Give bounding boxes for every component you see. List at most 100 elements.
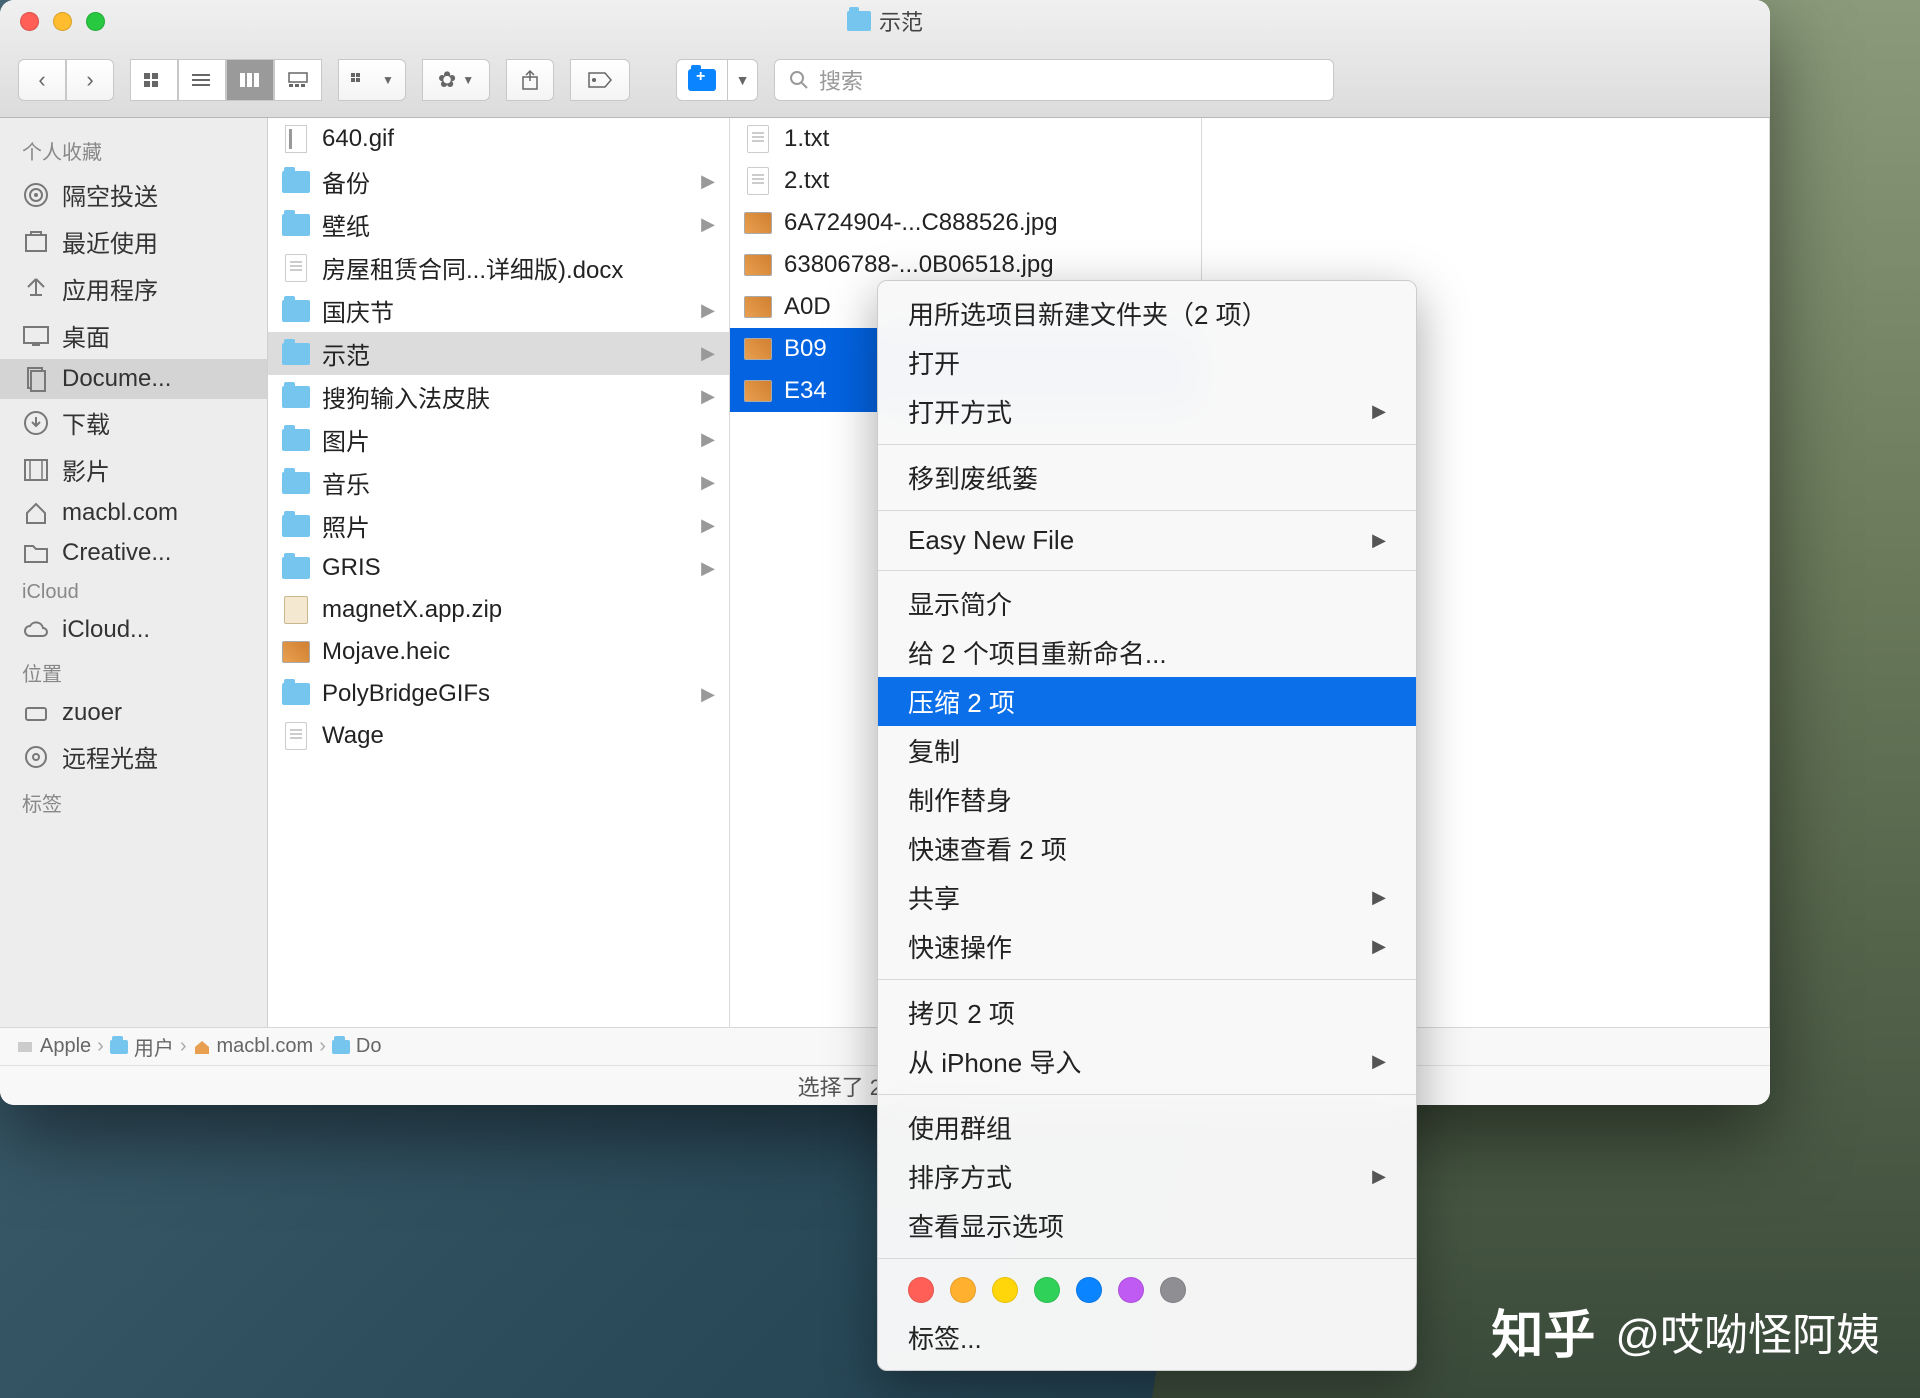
chevron-right-icon: ▶: [701, 171, 715, 192]
file-row[interactable]: 640.gif: [268, 118, 729, 160]
file-row[interactable]: 图片▶: [268, 418, 729, 461]
file-name: 备份: [322, 164, 370, 199]
apps-icon: [22, 275, 50, 303]
file-row[interactable]: 音乐▶: [268, 461, 729, 504]
context-menu-item[interactable]: 移到废纸篓: [878, 453, 1416, 502]
context-menu-item[interactable]: 用所选项目新建文件夹（2 项）: [878, 289, 1416, 338]
context-menu-item[interactable]: 制作替身: [878, 775, 1416, 824]
file-row[interactable]: 示范▶: [268, 332, 729, 375]
chevron-right-icon: ▶: [701, 558, 715, 579]
file-name: 壁纸: [322, 207, 370, 242]
tag-color[interactable]: [908, 1277, 934, 1303]
file-name: 照片: [322, 508, 370, 543]
file-row[interactable]: PolyBridgeGIFs▶: [268, 673, 729, 715]
sidebar-item-label: macbl.com: [62, 499, 178, 527]
file-row[interactable]: Mojave.heic: [268, 631, 729, 673]
chevron-right-icon: ▶: [1372, 887, 1386, 908]
file-row[interactable]: magnetX.app.zip: [268, 589, 729, 631]
sidebar-item[interactable]: 影片: [0, 446, 267, 493]
sidebar: 个人收藏隔空投送最近使用应用程序桌面Docume...下载影片macbl.com…: [0, 118, 268, 1027]
context-menu-item[interactable]: 共享▶: [878, 873, 1416, 922]
action-button[interactable]: ✿ ▼: [422, 59, 490, 101]
context-menu-item[interactable]: 压缩 2 项: [878, 677, 1416, 726]
context-menu-item[interactable]: Easy New File▶: [878, 519, 1416, 562]
file-row[interactable]: GRIS ▶: [268, 547, 729, 589]
file-row[interactable]: 备份 ▶: [268, 160, 729, 203]
view-switcher[interactable]: [130, 59, 322, 101]
disk-icon: [22, 699, 50, 727]
group-button[interactable]: ▼: [338, 59, 406, 101]
tag-color[interactable]: [1076, 1277, 1102, 1303]
sidebar-item[interactable]: 最近使用: [0, 218, 267, 265]
context-menu-item[interactable]: 排序方式▶: [878, 1152, 1416, 1201]
chevron-right-icon: ▶: [701, 429, 715, 450]
sidebar-item[interactable]: Creative...: [0, 533, 267, 573]
context-menu-item[interactable]: 打开: [878, 338, 1416, 387]
tag-color[interactable]: [1160, 1277, 1186, 1303]
column-view-button[interactable]: [226, 59, 274, 101]
context-menu-item[interactable]: 快速查看 2 项: [878, 824, 1416, 873]
tag-button[interactable]: [570, 59, 630, 101]
context-menu-item[interactable]: 标签...: [878, 1313, 1416, 1362]
context-menu-item[interactable]: 复制: [878, 726, 1416, 775]
minimize-button[interactable]: [53, 12, 72, 31]
doc-icon: [282, 722, 310, 750]
sidebar-item[interactable]: 远程光盘: [0, 733, 267, 780]
close-button[interactable]: [20, 12, 39, 31]
context-menu-item[interactable]: 快速操作▶: [878, 922, 1416, 971]
tag-color[interactable]: [992, 1277, 1018, 1303]
file-row[interactable]: 1.txt: [730, 118, 1201, 160]
context-menu-item[interactable]: 使用群组: [878, 1103, 1416, 1152]
sidebar-item-label: 影片: [62, 452, 110, 487]
file-row[interactable]: 搜狗输入法皮肤▶: [268, 375, 729, 418]
share-button[interactable]: [506, 59, 554, 101]
new-folder-button[interactable]: [676, 59, 728, 101]
forward-button[interactable]: ›: [66, 59, 114, 101]
tag-color[interactable]: [950, 1277, 976, 1303]
search-input[interactable]: 搜索: [774, 59, 1334, 101]
breadcrumb-item[interactable]: Do: [332, 1035, 382, 1058]
file-row[interactable]: Wage: [268, 715, 729, 757]
back-button[interactable]: ‹: [18, 59, 66, 101]
context-menu-item[interactable]: 从 iPhone 导入▶: [878, 1037, 1416, 1086]
context-menu-item[interactable]: 查看显示选项: [878, 1201, 1416, 1250]
sidebar-item[interactable]: 下载: [0, 399, 267, 446]
sidebar-item[interactable]: Docume...: [0, 359, 267, 399]
sidebar-item[interactable]: macbl.com: [0, 493, 267, 533]
sidebar-header: iCloud: [0, 573, 267, 610]
file-row[interactable]: 国庆节▶: [268, 289, 729, 332]
file-row[interactable]: 6A724904-...C888526.jpg: [730, 202, 1201, 244]
file-row[interactable]: 壁纸▶: [268, 203, 729, 246]
sidebar-item[interactable]: 隔空投送: [0, 171, 267, 218]
breadcrumb-item[interactable]: Apple: [16, 1035, 91, 1058]
icon-view-button[interactable]: [130, 59, 178, 101]
file-name: E34: [784, 377, 827, 405]
sidebar-item[interactable]: zuoer: [0, 693, 267, 733]
maximize-button[interactable]: [86, 12, 105, 31]
cloud-icon: [22, 616, 50, 644]
context-menu-item[interactable]: 打开方式▶: [878, 387, 1416, 436]
breadcrumb-item[interactable]: macbl.com: [193, 1035, 314, 1058]
file-row[interactable]: 房屋租赁合同...详细版).docx: [268, 246, 729, 289]
context-menu-item[interactable]: 给 2 个项目重新命名...: [878, 628, 1416, 677]
tag-color[interactable]: [1034, 1277, 1060, 1303]
file-row[interactable]: 2.txt: [730, 160, 1201, 202]
file-name: GRIS: [322, 554, 381, 582]
file-row[interactable]: 照片▶: [268, 504, 729, 547]
sidebar-item[interactable]: 应用程序: [0, 265, 267, 312]
tag-color[interactable]: [1118, 1277, 1144, 1303]
breadcrumb-item[interactable]: 用户: [110, 1032, 174, 1061]
list-view-button[interactable]: [178, 59, 226, 101]
img-icon: [744, 377, 772, 405]
file-name: 2.txt: [784, 167, 829, 195]
context-menu-item[interactable]: 拷贝 2 项: [878, 988, 1416, 1037]
sidebar-item[interactable]: iCloud...: [0, 610, 267, 650]
folder-icon: [282, 211, 310, 239]
file-name: 6A724904-...C888526.jpg: [784, 209, 1058, 237]
context-menu-item[interactable]: 显示简介: [878, 579, 1416, 628]
doc-icon: [282, 254, 310, 282]
sidebar-item[interactable]: 桌面: [0, 312, 267, 359]
new-folder-dropdown[interactable]: ▼: [728, 59, 758, 101]
folder-icon: [847, 11, 871, 31]
gallery-view-button[interactable]: [274, 59, 322, 101]
